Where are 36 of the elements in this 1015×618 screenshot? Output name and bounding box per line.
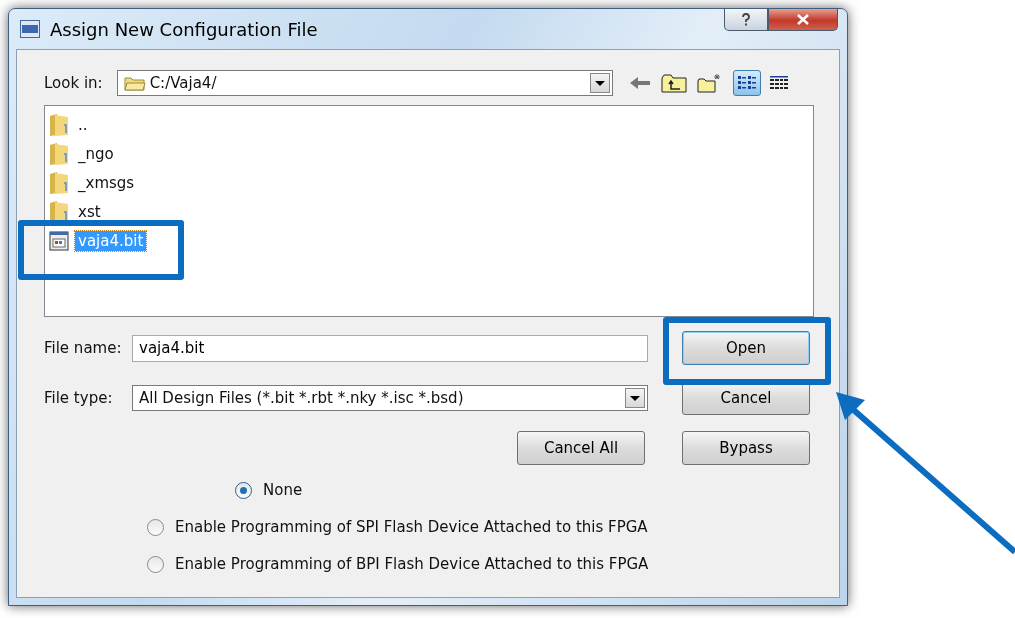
close-icon <box>796 14 810 25</box>
list-view-icon <box>736 75 757 91</box>
file-name-label: File name: <box>44 339 123 357</box>
list-view-button[interactable] <box>732 70 761 96</box>
file-list-item[interactable]: xst <box>75 201 104 222</box>
file-icon <box>49 229 69 252</box>
up-folder-icon[interactable] <box>660 73 687 93</box>
folder-icon <box>49 112 69 137</box>
window-title: Assign New Configuration File <box>50 18 318 40</box>
radio-button[interactable] <box>147 518 164 536</box>
back-arrow-icon[interactable] <box>628 76 651 90</box>
file-list-item[interactable]: _xmsgs <box>75 172 138 193</box>
new-folder-icon[interactable] <box>696 73 723 93</box>
file-list-item[interactable]: .. <box>75 114 91 135</box>
help-button[interactable] <box>724 9 768 31</box>
cancel-all-button[interactable]: Cancel All <box>517 431 645 465</box>
file-type-dropdown[interactable]: All Design Files (*.bit *.rbt *.nky *.isc *.bsd) <box>132 385 648 411</box>
radio-button[interactable] <box>147 555 164 573</box>
help-icon <box>741 13 751 26</box>
folder-icon <box>123 75 146 91</box>
look-in-label: Look in: <box>44 74 103 92</box>
file-type-label: File type: <box>44 389 114 407</box>
open-button[interactable]: Open <box>682 331 810 365</box>
radio-button[interactable] <box>235 481 252 499</box>
bypass-button[interactable]: Bypass <box>682 431 810 465</box>
file-list-item[interactable]: _ngo <box>75 143 117 164</box>
close-button[interactable] <box>768 9 838 31</box>
folder-icon <box>49 141 69 166</box>
radio-label[interactable]: Enable Programming of SPI Flash Device Attached to this FPGA <box>175 518 648 536</box>
radio-label[interactable]: None <box>263 481 303 499</box>
file-name-field[interactable]: vaja4.bit <box>132 334 648 362</box>
app-icon <box>20 20 40 38</box>
radio-label[interactable]: Enable Programming of BPI Flash Device Attached to this FPGA <box>175 555 649 573</box>
look-in-dropdown[interactable]: C:/Vaja4/ <box>116 70 613 96</box>
folder-icon <box>49 170 69 195</box>
details-view-icon <box>768 75 789 91</box>
